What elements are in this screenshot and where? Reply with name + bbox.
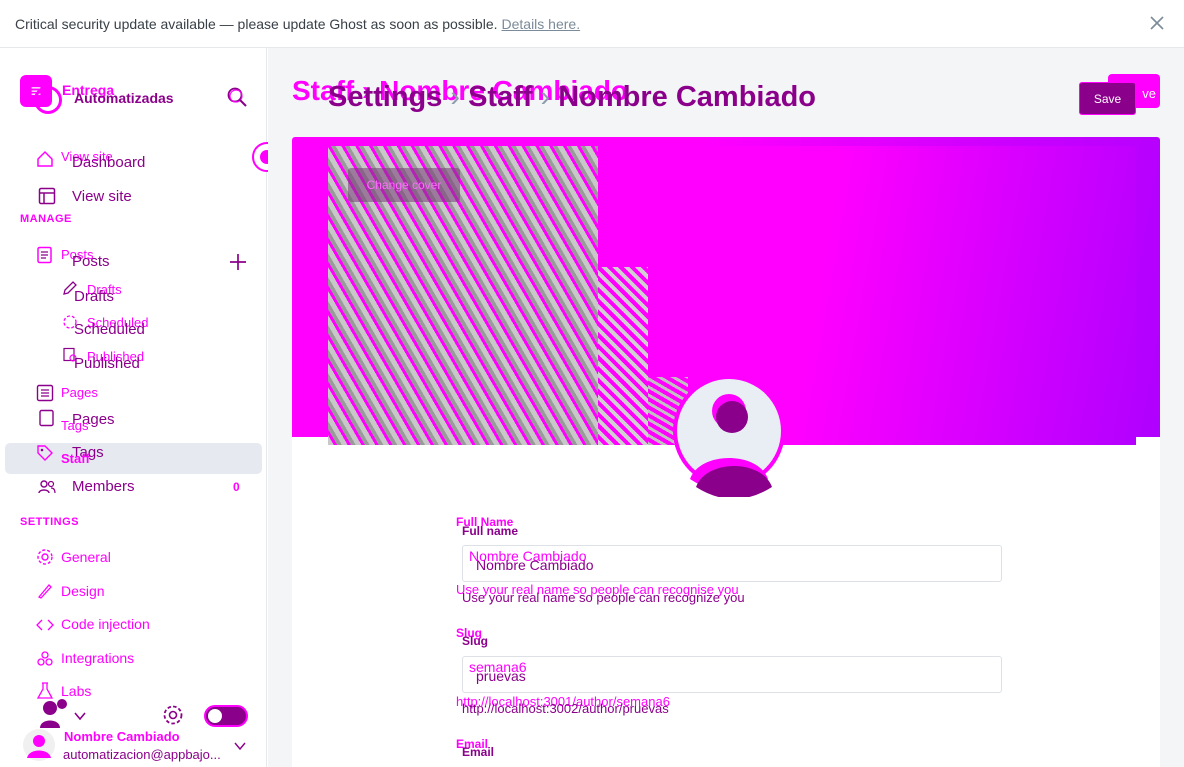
site-logo-ring [34, 86, 62, 114]
integrations-icon [37, 651, 53, 666]
nav-posts[interactable]: Posts [72, 253, 110, 270]
close-icon[interactable] [1148, 14, 1166, 32]
posts-icon [37, 246, 52, 264]
nav-published[interactable]: Published [74, 355, 140, 372]
night-mode-toggle[interactable] [204, 705, 248, 727]
nav-scheduled[interactable]: Scheduled [74, 321, 145, 338]
settings-gear-icon[interactable] [162, 704, 184, 726]
layout-icon [38, 187, 56, 205]
nav-code-injection[interactable]: Code injection [61, 616, 150, 632]
nav-members[interactable]: Members [72, 478, 135, 495]
page-icon [39, 409, 54, 427]
chevron-down-icon[interactable] [232, 738, 248, 754]
breadcrumb-staff[interactable]: Staff [468, 81, 532, 113]
slug-url: http://localhost:3002/author/pruevas [462, 701, 669, 716]
avatar[interactable] [22, 728, 56, 762]
save-button[interactable]: Save [1079, 82, 1136, 115]
full-name-value: Nombre Cambiado [476, 557, 594, 573]
tag-icon [37, 445, 53, 461]
full-name-label: Full name [462, 524, 519, 538]
profile-card: Change cover Full Name Full name Nombre … [292, 137, 1160, 767]
profile-avatar[interactable] [672, 371, 786, 497]
banner-details-link[interactable]: Details here. [502, 16, 581, 32]
gear-icon [37, 549, 53, 565]
cover-image-texture [598, 267, 648, 445]
plus-icon[interactable] [229, 253, 247, 271]
pages-icon [36, 384, 54, 402]
members-icon [38, 480, 56, 494]
site-title[interactable]: Automatizadas [74, 90, 174, 106]
nav-staff[interactable]: Staff [61, 451, 90, 466]
nav-tags-ghost: Tags [61, 418, 89, 433]
slug-value: pruevas [476, 668, 526, 684]
nav-integrations[interactable]: Integrations [61, 650, 134, 666]
chevron-down-icon[interactable] [72, 708, 88, 724]
search-icon[interactable] [226, 86, 248, 108]
breadcrumb-settings[interactable]: Settings [328, 81, 442, 113]
nav-design[interactable]: Design [61, 583, 105, 599]
nav-drafts[interactable]: Drafts [74, 288, 114, 305]
main-content: Staff › Nombre Cambiado Settings › Staff › N… [268, 48, 1184, 767]
nav-pages-ghost: Pages [61, 385, 98, 400]
user-email[interactable]: automatizacion@appbajo... [63, 747, 223, 762]
nav-dashboard[interactable]: Dashboard [72, 154, 145, 171]
nav-general[interactable]: General [61, 549, 111, 565]
members-count: 0 [233, 480, 240, 494]
brush-icon [37, 584, 52, 599]
breadcrumb-separator: › [450, 81, 461, 113]
settings-label: SETTINGS [20, 516, 80, 528]
page-title: Nombre Cambiado [558, 81, 817, 113]
nav-view-site[interactable]: View site [72, 188, 132, 205]
full-name-hint: Use your real name so people can recogni… [462, 590, 745, 605]
sidebar: ≡ Entrega Automatizadas View site Dashbo… [0, 48, 282, 767]
user-name[interactable]: Nombre Cambiado [64, 729, 180, 744]
slug-input[interactable] [462, 656, 1002, 693]
change-cover-button[interactable]: Change cover [348, 168, 460, 202]
home-icon [37, 150, 53, 167]
security-banner: Critical security update available — ple… [0, 0, 1184, 48]
banner-text: Critical security update available — ple… [15, 15, 498, 32]
breadcrumb: Settings › Staff › Nombre Cambiado [328, 81, 816, 114]
email-label: Email [462, 745, 495, 759]
code-icon [36, 619, 54, 631]
manage-label: MANAGE [20, 213, 72, 225]
breadcrumb-separator: › [540, 81, 551, 113]
user-dots-icon[interactable] [38, 698, 68, 728]
nav-labs[interactable]: Labs [61, 683, 91, 699]
slug-label: Slug [462, 634, 488, 648]
